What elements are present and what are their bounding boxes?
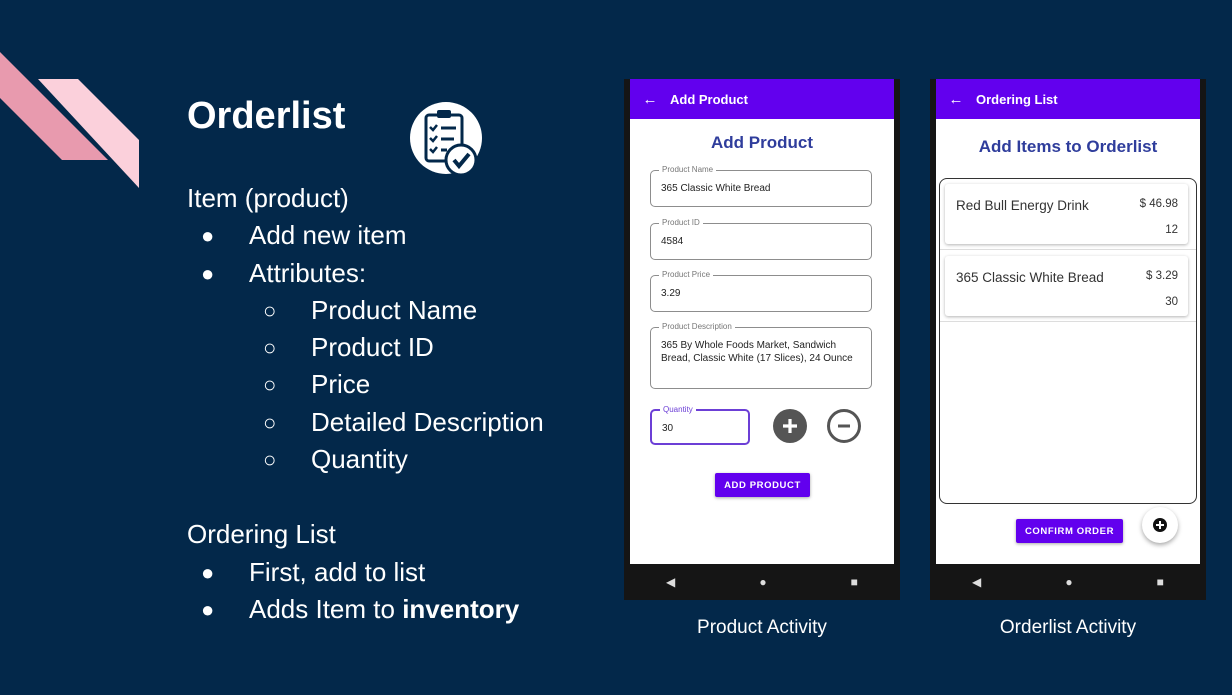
- back-arrow-icon[interactable]: ←: [936, 91, 976, 108]
- add-item-fab[interactable]: [1142, 507, 1178, 543]
- bullet-item: ● Adds Item to inventory: [201, 593, 520, 624]
- app-bar-title: Ordering List: [976, 91, 1058, 107]
- home-circle-icon[interactable]: ●: [1065, 575, 1072, 589]
- clipboard-checklist-icon: [410, 102, 482, 177]
- back-triangle-icon[interactable]: ◀: [666, 575, 675, 589]
- orderlist-app-bar: ← Ordering List: [936, 79, 1200, 119]
- quantity-field[interactable]: Quantity 30: [650, 405, 750, 445]
- sub-bullet-item: ○ Quantity: [263, 444, 408, 475]
- recents-square-icon[interactable]: ■: [1157, 575, 1164, 589]
- product-app-bar: ← Add Product: [630, 79, 894, 119]
- minus-circle-icon[interactable]: [827, 409, 861, 443]
- orderlist-activity-caption: Orderlist Activity: [999, 617, 1137, 638]
- sub-bullet-item: ○ Detailed Description: [263, 406, 544, 437]
- orderlist-screen: ← Ordering List Add Items to Orderlist R…: [936, 79, 1200, 564]
- confirm-order-button[interactable]: CONFIRM ORDER: [1016, 519, 1123, 543]
- product-screen: ← Add Product Add Product Product Name 3…: [630, 79, 894, 564]
- android-nav-bar: ◀ ● ■: [624, 564, 900, 600]
- section-heading-ordering: Ordering List: [187, 519, 336, 550]
- android-nav-bar: ◀ ● ■: [930, 564, 1206, 600]
- slide-bullet-list: Item (product) ● Add new item ● Attributes…: [187, 180, 607, 628]
- add-product-button[interactable]: ADD PRODUCT: [715, 473, 810, 497]
- product-id-field[interactable]: Product ID 4584: [650, 218, 872, 260]
- list-item[interactable]: Red Bull Energy Drink $ 46.98 12: [945, 184, 1188, 244]
- bullet-item: ● Add new item: [201, 220, 407, 251]
- product-name-field[interactable]: Product Name 365 Classic White Bread: [650, 165, 872, 207]
- bullet-item: ● First, add to list: [201, 556, 426, 587]
- plus-circle-icon[interactable]: [773, 409, 807, 443]
- decorative-stripes: [0, 52, 139, 188]
- orderlist-heading: Add Items to Orderlist: [978, 137, 1158, 156]
- orderlist-activity-phone: ← Ordering List Add Items to Orderlist R…: [930, 79, 1206, 600]
- product-description-field[interactable]: Product Description 365 By Whole Foods M…: [650, 322, 872, 389]
- product-heading: Add Product: [711, 133, 813, 152]
- list-item[interactable]: 365 Classic White Bread $ 3.29 30: [945, 256, 1188, 316]
- recents-square-icon[interactable]: ■: [851, 575, 858, 589]
- sub-bullet-item: ○ Product Name: [263, 294, 478, 325]
- plus-circle-icon: [1153, 518, 1167, 532]
- sub-bullet-item: ○ Price: [263, 369, 371, 400]
- app-bar-title: Add Product: [670, 91, 748, 107]
- product-activity-caption: Product Activity: [697, 617, 827, 638]
- section-heading-item: Item (product): [187, 183, 349, 213]
- sub-bullet-item: ○ Product ID: [263, 332, 434, 363]
- bullet-item: ● Attributes:: [201, 257, 367, 288]
- product-price-field[interactable]: Product Price 3.29: [650, 270, 872, 312]
- back-triangle-icon[interactable]: ◀: [972, 575, 981, 589]
- home-circle-icon[interactable]: ●: [759, 575, 766, 589]
- product-activity-phone: ← Add Product Add Product Product Name 3…: [624, 79, 900, 600]
- orderlist-items-list[interactable]: Red Bull Energy Drink $ 46.98 12 365 Cla…: [939, 178, 1197, 504]
- back-arrow-icon[interactable]: ←: [630, 91, 670, 108]
- slide-title: Orderlist: [187, 95, 346, 137]
